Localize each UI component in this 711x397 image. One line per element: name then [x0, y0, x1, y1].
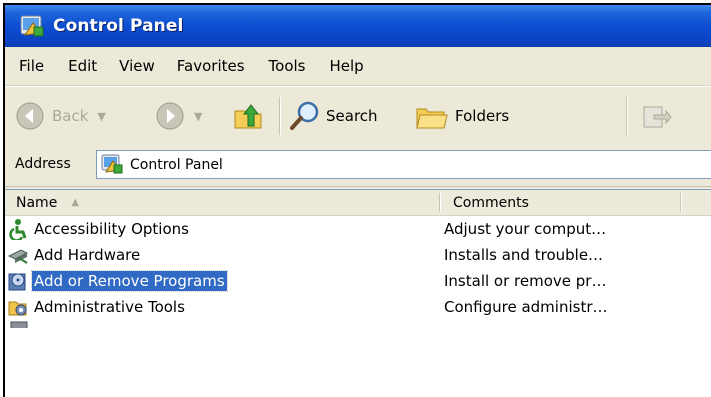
- forward-dropdown-icon[interactable]: ▼: [194, 110, 202, 123]
- folders-label: Folders: [455, 107, 510, 125]
- search-label: Search: [326, 107, 378, 125]
- back-dropdown-icon[interactable]: ▼: [97, 110, 105, 123]
- address-field[interactable]: Control Panel: [96, 150, 711, 179]
- item-comment: Install or remove pr…: [444, 272, 607, 290]
- column-comments[interactable]: Comments: [441, 190, 682, 215]
- menu-edit[interactable]: Edit: [68, 57, 97, 75]
- control-panel-icon: [20, 15, 44, 37]
- menu-tools[interactable]: Tools: [269, 57, 306, 75]
- accessibility-icon: [9, 219, 27, 240]
- menu-file[interactable]: File: [19, 57, 44, 75]
- up-folder-icon: [234, 104, 262, 129]
- toolbar-separator: [279, 97, 281, 135]
- folders-icon: [416, 108, 448, 129]
- list-header: Name ▲ Comments: [5, 190, 711, 216]
- toolbar-separator: [626, 97, 628, 135]
- move-to-button[interactable]: [640, 101, 672, 131]
- column-comments-label: Comments: [453, 194, 529, 211]
- menu-favorites[interactable]: Favorites: [177, 57, 245, 75]
- list-item[interactable]: Accessibility Options Adjust your comput…: [5, 216, 711, 242]
- explorer-window: Control Panel File Edit View Favorites T…: [3, 3, 711, 397]
- item-name: Add or Remove Programs: [31, 270, 228, 292]
- menu-view[interactable]: View: [119, 57, 155, 75]
- column-name-label: Name: [16, 194, 58, 211]
- column-name[interactable]: Name ▲: [5, 190, 441, 215]
- address-label: Address: [15, 156, 71, 172]
- search-button[interactable]: Search: [288, 100, 378, 132]
- window-title: Control Panel: [53, 16, 184, 36]
- move-to-icon: [643, 106, 672, 128]
- search-icon: [290, 101, 319, 130]
- administrative-tools-icon: [8, 301, 27, 316]
- file-list: Name ▲ Comments Accessibility Options Ad…: [5, 189, 711, 397]
- back-label: Back: [52, 107, 89, 125]
- item-name: Accessibility Options: [34, 220, 189, 238]
- list-item-partial[interactable]: [5, 320, 711, 328]
- item-comment: Installs and trouble…: [444, 246, 604, 264]
- item-name: Administrative Tools: [34, 298, 185, 316]
- menu-help[interactable]: Help: [330, 57, 364, 75]
- item-comment: Adjust your comput…: [444, 220, 607, 238]
- address-value: Control Panel: [130, 157, 223, 173]
- list-item[interactable]: Add Hardware Installs and trouble…: [5, 242, 711, 268]
- address-bar: Address Control Panel: [5, 145, 711, 187]
- back-button[interactable]: Back ▼: [15, 101, 106, 131]
- menu-bar: File Edit View Favorites Tools Help: [5, 47, 711, 86]
- forward-button[interactable]: ▼: [155, 101, 202, 131]
- control-panel-icon: [101, 154, 123, 174]
- title-bar[interactable]: Control Panel: [5, 5, 711, 47]
- standard-toolbar: Back ▼ ▼ Search Folders: [5, 86, 711, 146]
- partial-item-icon: [10, 321, 28, 328]
- list-item[interactable]: Administrative Tools Configure administr…: [5, 294, 711, 320]
- add-hardware-icon: [7, 249, 29, 264]
- forward-arrow-icon: [156, 102, 184, 130]
- item-name: Add Hardware: [34, 246, 141, 264]
- add-remove-programs-icon: [8, 273, 26, 291]
- up-folder-button[interactable]: [232, 100, 264, 132]
- list-item[interactable]: Add or Remove Programs Install or remove…: [5, 268, 711, 294]
- item-comment: Configure administr…: [444, 298, 608, 316]
- folders-button[interactable]: Folders: [414, 100, 509, 132]
- sort-ascending-icon: ▲: [71, 197, 80, 208]
- back-arrow-icon: [16, 102, 44, 130]
